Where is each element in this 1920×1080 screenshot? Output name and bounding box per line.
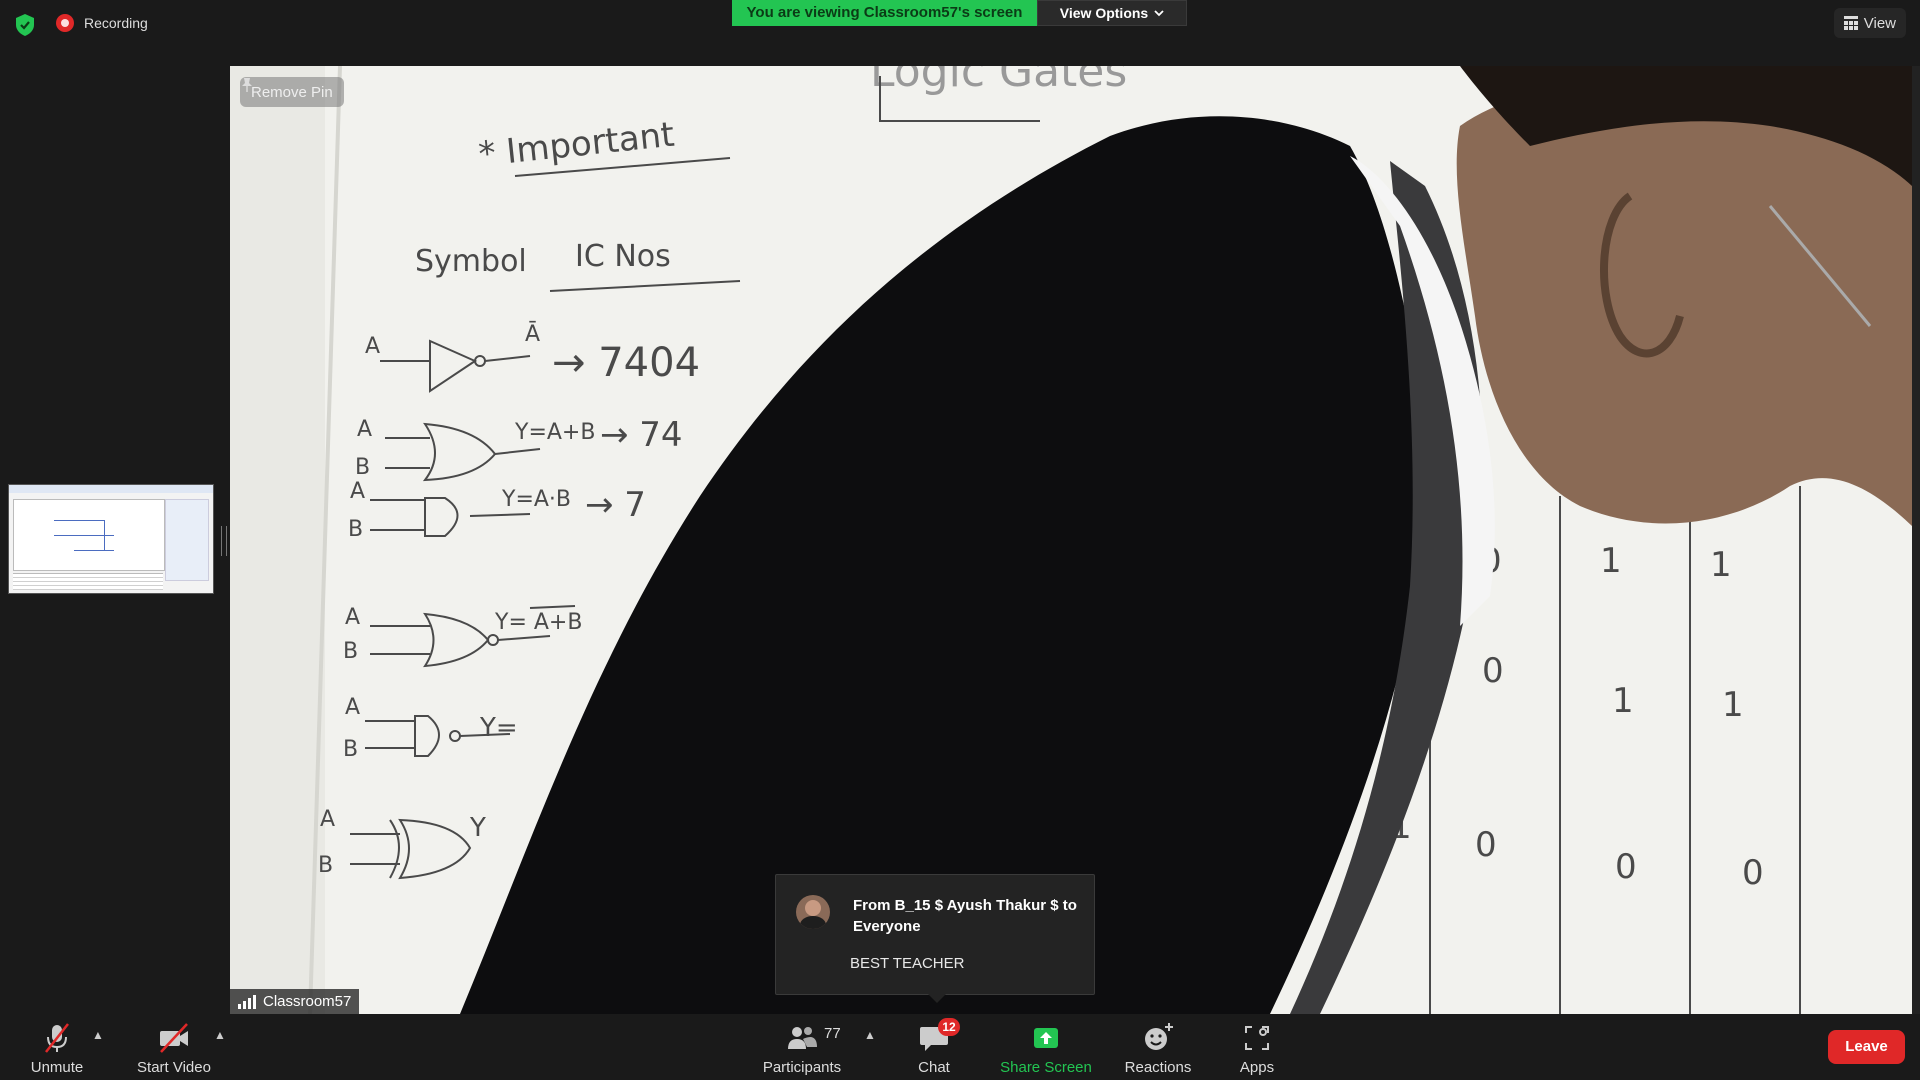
or-input-a: A: [357, 417, 372, 442]
participants-count: 77: [824, 1025, 841, 1042]
truth-r2-c4: 1: [1722, 685, 1744, 725]
xor-input-b: B: [318, 853, 333, 878]
apps-icon: [1245, 1026, 1269, 1050]
truth-r3-c2: 0: [1475, 825, 1497, 865]
or-equation: Y=A+B: [514, 420, 595, 445]
video-options-caret-icon[interactable]: ▲: [214, 1028, 226, 1042]
chevron-down-icon: [1154, 10, 1164, 17]
or-input-b: B: [355, 455, 370, 480]
nand-input-b: B: [343, 737, 358, 762]
apps-button[interactable]: Apps: [1222, 1014, 1292, 1080]
recording-indicator[interactable]: Recording: [56, 14, 148, 32]
video-edge: [1912, 66, 1920, 1014]
truth-r1-c3: 1: [1600, 541, 1622, 581]
and-input-a: A: [350, 479, 365, 504]
share-screen-label: Share Screen: [1000, 1059, 1092, 1076]
reactions-label: Reactions: [1124, 1059, 1192, 1076]
start-video-button[interactable]: Start Video: [130, 1014, 218, 1080]
board-heading: Logic Gates: [870, 66, 1127, 97]
nand-input-a: A: [345, 695, 360, 720]
and-input-b: B: [348, 517, 363, 542]
not-ic: → 7404: [552, 340, 700, 386]
top-bar: Recording You are viewing Classroom57's …: [0, 0, 1920, 50]
view-label: View: [1863, 14, 1896, 32]
and-equation: Y=A·B: [501, 487, 571, 512]
unmute-label: Unmute: [30, 1059, 84, 1076]
share-screen-button[interactable]: Share Screen: [996, 1014, 1096, 1080]
participants-label: Participants: [762, 1059, 842, 1076]
panel-resize-handle[interactable]: [221, 526, 227, 556]
participants-button[interactable]: Participants: [756, 1014, 848, 1080]
nor-input-b: B: [343, 639, 358, 664]
view-options-label: View Options: [1059, 5, 1149, 21]
pin-icon: [242, 78, 252, 92]
smiley-plus-icon: [1145, 1023, 1173, 1050]
main-video: Logic Gates * Important Symbol IC Nos A …: [230, 66, 1912, 1014]
remove-pin-label: Remove Pin: [251, 83, 333, 101]
and-ic: → 7: [585, 485, 646, 525]
chat-unread-badge: 12: [938, 1018, 960, 1036]
grid-view-icon: [1843, 16, 1858, 30]
reactions-button[interactable]: Reactions: [1116, 1014, 1200, 1080]
apps-label: Apps: [1239, 1059, 1275, 1076]
chat-label: Chat: [918, 1059, 950, 1076]
xor-equation: Y: [469, 813, 486, 843]
chat-message: BEST TEACHER: [850, 955, 965, 972]
truth-r2-c2: 0: [1482, 651, 1504, 691]
viewing-banner-text: You are viewing Classroom57's screen: [746, 4, 1023, 21]
participant-name: Classroom57: [263, 993, 352, 1010]
nor-input-a: A: [345, 605, 360, 630]
truth-r3-c4: 0: [1742, 853, 1764, 893]
video-off-icon: [160, 1023, 188, 1053]
view-button[interactable]: View: [1833, 8, 1906, 38]
record-icon: [56, 14, 74, 32]
whiteboard-scene: Logic Gates * Important Symbol IC Nos A …: [230, 66, 1912, 1014]
signal-strength-icon: [238, 994, 256, 1009]
remove-pin-button[interactable]: Remove Pin: [240, 77, 344, 107]
truth-r2-c3: 1: [1612, 681, 1634, 721]
participant-name-tag: Classroom57: [230, 989, 360, 1014]
leave-button[interactable]: Leave: [1828, 1030, 1905, 1064]
chat-notification[interactable]: From B_15 $ Ayush Thakur $ to Everyone B…: [775, 874, 1095, 1003]
meeting-toolbar: Unmute ▲ Start Video ▲ Participants ▲ Ch…: [0, 1014, 1920, 1080]
recording-label: Recording: [84, 15, 148, 31]
viewing-banner: You are viewing Classroom57's screen: [732, 0, 1037, 26]
or-ic: → 74: [600, 415, 683, 455]
participants-caret-icon[interactable]: ▲: [864, 1028, 876, 1042]
shared-screen-thumbnail[interactable]: [8, 484, 214, 594]
not-output: Ā: [525, 322, 540, 347]
view-options-button[interactable]: View Options: [1037, 0, 1187, 26]
security-shield-icon[interactable]: [14, 13, 36, 37]
nor-equation: Y= A+B: [494, 610, 582, 635]
thumbnail-side-panel: [165, 499, 209, 581]
muted-microphone-icon: [45, 1023, 69, 1053]
thumbnail-toolbar: [9, 485, 213, 493]
participants-icon: [788, 1027, 817, 1049]
avatar: [796, 895, 830, 929]
chat-sender: From B_15 $ Ayush Thakur $ to Everyone: [853, 897, 1077, 935]
truth-r1-c4: 1: [1710, 545, 1732, 585]
board-ic-nos: IC Nos: [575, 239, 671, 274]
truth-r3-c3: 0: [1615, 847, 1637, 887]
xor-input-a: A: [320, 807, 335, 832]
start-video-label: Start Video: [137, 1059, 211, 1076]
thumbnail-canvas: [13, 499, 165, 571]
audio-options-caret-icon[interactable]: ▲: [92, 1028, 104, 1042]
unmute-button[interactable]: Unmute: [20, 1014, 94, 1080]
not-input: A: [365, 334, 380, 359]
share-screen-icon: [1034, 1028, 1058, 1048]
board-symbol: Symbol: [415, 244, 527, 279]
thumbnail-log-lines: [13, 573, 163, 590]
nand-equation: Y=: [479, 713, 518, 743]
